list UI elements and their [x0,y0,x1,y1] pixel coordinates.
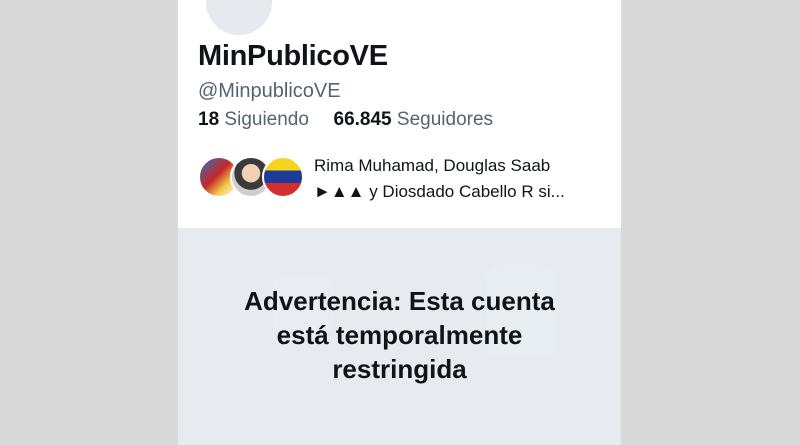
followers-you-know-line: ►▲▲ y Diosdado Cabello R si... [314,182,565,201]
followers-you-know[interactable]: Rima Muhamad, Douglas Saab ►▲▲ y Diosdad… [198,153,608,203]
restricted-warning-title: Advertencia: Esta cuenta está temporalme… [244,286,555,384]
profile-avatar[interactable] [203,0,275,38]
follower-avatar [262,156,304,198]
followers-count: 66.845 [333,109,392,130]
following-link[interactable]: 18 Siguiendo [198,109,314,130]
profile-handle: @MinpublicoVE [198,80,341,102]
profile-stats: 18 Siguiendo 66.845 Seguidores [198,109,493,131]
followers-link[interactable]: 66.845 Seguidores [334,109,494,130]
restricted-account-panel: Advertencia: Esta cuenta está temporalme… [178,228,621,445]
following-count: 18 [198,109,220,130]
profile-screen: MinPublicoVE @MinpublicoVE 18 Siguiendo … [178,0,621,445]
profile-display-name: MinPublicoVE [198,40,388,72]
following-label: Siguiendo [224,109,309,130]
followers-you-know-line: Rima Muhamad, Douglas Saab [314,156,551,175]
followers-you-know-text: Rima Muhamad, Douglas Saab ►▲▲ y Diosdad… [314,153,604,205]
followers-label: Seguidores [396,109,494,130]
follower-avatar-stack [198,156,304,200]
